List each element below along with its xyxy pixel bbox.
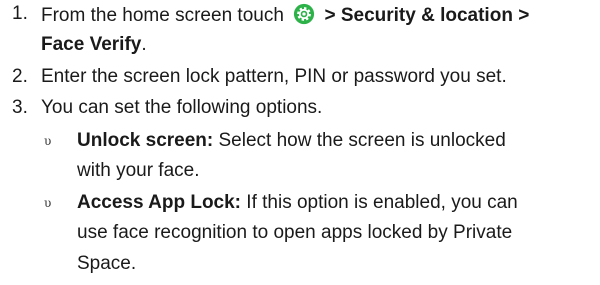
option-unlock-screen-line-1: Unlock screen: Select how the screen is …: [77, 130, 506, 152]
option-access-app-lock-desc: If this option is enabled, you can: [241, 192, 518, 213]
bullet-marker: υ: [44, 134, 52, 148]
option-access-app-lock-line-2: use face recognition to open apps locked…: [77, 222, 513, 243]
step-1-path-2: Face Verify: [41, 34, 142, 55]
option-access-app-lock-line-3: Space.: [77, 253, 137, 274]
step-1-tail: .: [141, 34, 147, 55]
step-1-lead-text: From the home screen touch: [41, 5, 284, 26]
step-2-text: Enter the screen lock pattern, PIN or pa…: [41, 66, 507, 87]
option-access-app-lock-line-1: Access App Lock: If this option is enabl…: [77, 192, 518, 214]
option-unlock-screen-line-2: with your face.: [77, 160, 200, 181]
option-unlock-screen-title: Unlock screen:: [77, 130, 214, 151]
step-number: 3.: [12, 97, 28, 118]
bullet-marker: υ: [44, 196, 52, 210]
step-3-text: You can set the following options.: [41, 97, 323, 118]
step-1-path: > Security & location >: [324, 5, 530, 26]
step-number: 1.: [12, 3, 28, 24]
option-access-app-lock-title: Access App Lock:: [77, 192, 242, 213]
option-unlock-screen-desc: Select how the screen is unlocked: [213, 130, 506, 151]
settings-gear-icon: [294, 3, 315, 25]
step-1-line-2: Face Verify.: [41, 34, 147, 56]
step-number: 2.: [12, 66, 28, 87]
step-1-line-1: From the home screen touch > Security & …: [41, 3, 529, 27]
